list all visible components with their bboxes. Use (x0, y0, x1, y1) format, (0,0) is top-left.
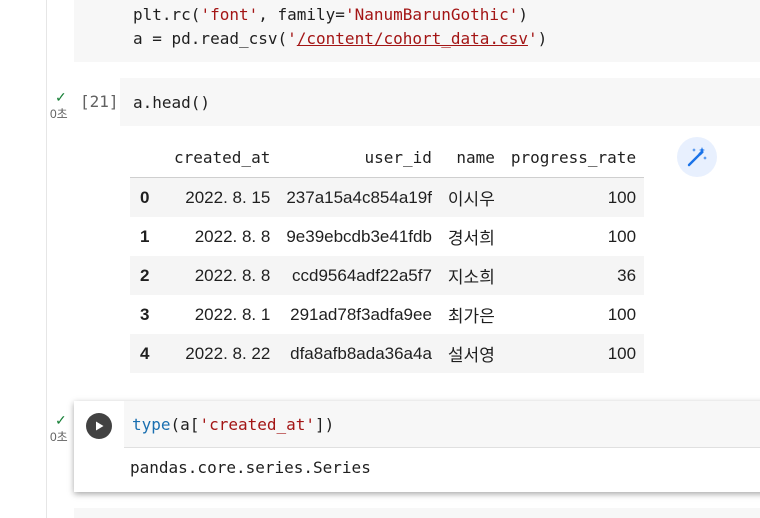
cell-name: 최가은 (447, 307, 495, 326)
code-line-2: a = pd.read_csv('/content/cohort_data.cs… (133, 29, 548, 48)
cell-created-at: 2022. 8. 15 (185, 187, 271, 207)
code-line-1: plt.rc('font', family='NanumBarunGothic'… (133, 5, 528, 24)
magic-wand-button[interactable] (677, 137, 717, 177)
cell-name: 지소희 (447, 268, 495, 287)
table-row: 2 2022. 8. 8 ccd9564adf22a5f7 지소희 36 (130, 256, 645, 295)
cell-name: 경서희 (447, 229, 495, 248)
cell-user-id: ccd9564adf22a5f7 (292, 265, 432, 285)
code-line: a.head() (133, 93, 211, 112)
table-row: 3 2022. 8. 1 291ad78f3adfa9ee 최가은 100 (130, 295, 644, 334)
cell-progress-rate: 100 (607, 343, 637, 363)
cell-progress-rate: 100 (607, 187, 637, 207)
check-icon: ✓ (55, 412, 67, 428)
exec-time: 0초 (50, 430, 68, 444)
code-cell-2[interactable] (120, 78, 760, 126)
cell-user-id: 9e39ebcdb3e41fdb (286, 226, 432, 246)
row-index: 4 (140, 343, 150, 363)
cell-user-id: dfa8afb8ada36a4a (290, 343, 432, 363)
cell-created-at: 2022. 8. 1 (194, 304, 271, 324)
column-header: name (439, 138, 503, 178)
cell-progress-rate: 100 (607, 226, 637, 246)
row-index: 3 (140, 304, 150, 324)
table-header-row: created_at user_id name progress_rate (130, 138, 645, 178)
check-icon: ✓ (55, 89, 67, 105)
cell-progress-rate: 36 (617, 265, 637, 285)
cell-output: pandas.core.series.Series (130, 458, 371, 477)
row-index: 2 (140, 265, 150, 285)
cell-name: 설서영 (447, 346, 495, 365)
cell-user-id: 237a15a4c854a19f (286, 187, 432, 207)
cell-user-id: 291ad78f3adfa9ee (290, 304, 432, 324)
table-row: 1 2022. 8. 8 9e39ebcdb3e41fdb 경서희 100 (130, 217, 644, 256)
code-editor[interactable]: type(a['created_at']) (124, 401, 760, 448)
cell-name: 이시우 (447, 190, 495, 209)
column-header: created_at (166, 138, 279, 178)
cell-progress-rate: 100 (607, 304, 637, 324)
exec-time: 0초 (50, 107, 68, 121)
column-header: progress_rate (502, 138, 645, 178)
code-line: type(a['created_at']) (132, 415, 335, 434)
cell-created-at: 2022. 8. 8 (194, 265, 271, 285)
row-index: 0 (140, 187, 150, 207)
execution-count: [21] (80, 92, 119, 111)
table-row: 0 2022. 8. 15 237a15a4c854a19f 이시우 100 (130, 177, 645, 217)
column-header: user_id (278, 138, 440, 178)
cell-created-at: 2022. 8. 8 (194, 226, 271, 246)
next-cell[interactable] (74, 508, 760, 518)
magic-wand-icon (687, 147, 707, 167)
row-index: 1 (140, 226, 150, 246)
code-cell-3[interactable]: type(a['created_at']) pandas.core.series… (74, 401, 760, 492)
file-path-link[interactable]: /content/cohort_data.csv (297, 29, 528, 48)
dataframe-table: created_at user_id name progress_rate 0 … (130, 138, 645, 373)
column-header (130, 138, 166, 178)
run-cell-button[interactable] (86, 413, 112, 439)
cell-created-at: 2022. 8. 22 (185, 343, 271, 363)
play-icon (96, 421, 104, 431)
gutter-divider (46, 0, 47, 518)
table-row: 4 2022. 8. 22 dfa8afb8ada36a4a 설서영 100 (130, 334, 645, 373)
